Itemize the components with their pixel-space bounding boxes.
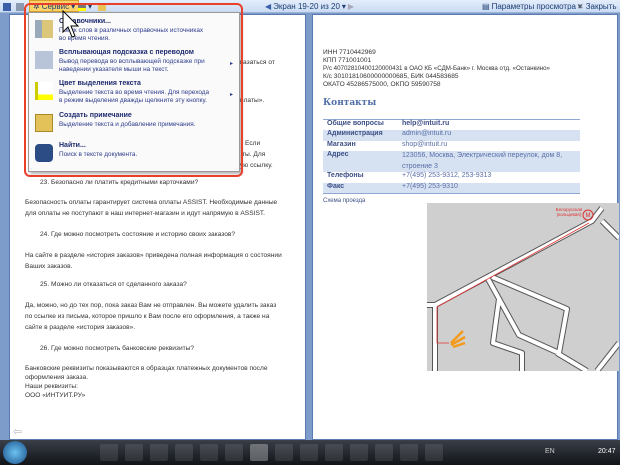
taskbar-button[interactable] xyxy=(325,444,343,461)
answer-line: Да, можно, но до тех пор, пока заказ Вам… xyxy=(25,302,277,309)
taskbar-button[interactable] xyxy=(125,444,143,461)
previous-page-arrow-icon[interactable]: ⇦ xyxy=(13,425,22,438)
close-label: Закрыть xyxy=(585,2,617,11)
contact-key: Администрация xyxy=(323,130,398,141)
text-fragment: ую ссылку. xyxy=(240,162,273,169)
print-icon[interactable] xyxy=(16,1,24,12)
right-page: ИНН 7710442969 КПП 771001001 Р/с 4070281… xyxy=(312,14,619,440)
answer-line: Безопасность оплаты гарантирует система … xyxy=(25,199,278,206)
next-screen-icon[interactable]: ▶ xyxy=(348,2,354,11)
answer-line: Наши реквизиты: xyxy=(25,383,78,390)
taskbar-button-active[interactable] xyxy=(250,444,268,461)
taskbar-button[interactable] xyxy=(300,444,318,461)
text-fragment: Если xyxy=(245,140,261,147)
language-indicator[interactable]: EN xyxy=(545,448,555,455)
answer-line: На сайте в разделе «история заказов» при… xyxy=(25,252,282,259)
contact-value: 123056, Москва, Электрический переулок, … xyxy=(398,151,580,172)
taskbar-button[interactable] xyxy=(100,444,118,461)
route-map: M xyxy=(427,203,619,371)
taskbar-button[interactable] xyxy=(150,444,168,461)
contact-key: Адрес xyxy=(323,151,398,172)
contact-key: Магазин xyxy=(327,140,356,148)
contact-value: +7(495) 253-9312, 253-9313 xyxy=(402,172,492,179)
view-options-button[interactable]: ▤ Параметры просмотра ▾ xyxy=(482,1,582,12)
contact-key: Общие вопросы xyxy=(327,120,384,127)
answer-line: Банковские реквизиты показываются в обра… xyxy=(25,365,268,372)
contacts-table: Общие вопросы help@intuit.ru Администраци… xyxy=(323,119,580,194)
answer-line: Ваших заказов. xyxy=(25,263,73,270)
table-row: Факс +7(495) 253-9310 xyxy=(323,182,580,193)
quick-launch[interactable] xyxy=(36,444,86,461)
question-26: 26. Где можно посмотреть банковские рекв… xyxy=(40,345,195,352)
windows-taskbar: EN 20:47 xyxy=(0,440,620,465)
text-fragment: казаться от xyxy=(240,59,275,66)
save-icon[interactable] xyxy=(3,1,11,12)
contact-key: Телефоны xyxy=(327,172,364,179)
bank-line: ОКАТО 45286575000, ОКПО 59590758 xyxy=(323,81,441,88)
close-button[interactable]: ✕ Закрыть xyxy=(577,1,617,12)
answer-line: ООО «ИНТУИТ.РУ» xyxy=(25,392,86,399)
answer-line: по ссылке из письма, которое пришло к Ва… xyxy=(25,313,270,320)
contact-link[interactable]: admin@intuit.ru xyxy=(398,130,580,141)
contact-link[interactable]: help@intuit.ru xyxy=(398,120,580,131)
table-row: Телефоны +7(495) 253-9312, 253-9313 xyxy=(323,172,580,183)
question-23: 23. Безопасно ли платить кредитными карт… xyxy=(40,179,199,186)
contact-link[interactable]: shop@intuit.ru xyxy=(398,141,580,152)
view-options-label: Параметры просмотра xyxy=(491,2,576,11)
start-button[interactable] xyxy=(3,441,27,464)
clock[interactable]: 20:47 xyxy=(598,448,616,455)
taskbar-button[interactable] xyxy=(425,444,443,461)
taskbar-button[interactable] xyxy=(400,444,418,461)
answer-line: сайте в разделе «история заказов». xyxy=(25,324,136,331)
table-row: Адрес 123056, Москва, Электрический переу… xyxy=(323,151,580,172)
map-caption: Схема проезда xyxy=(323,198,366,204)
table-row: Администрация admin@intuit.ru xyxy=(323,130,580,141)
mouse-cursor-icon xyxy=(62,10,80,38)
table-row: Общие вопросы help@intuit.ru xyxy=(323,120,580,131)
view-options-icon: ▤ xyxy=(482,2,490,11)
table-row: Магазин shop@intuit.ru xyxy=(323,141,580,152)
question-25: 25. Можно ли отказаться от сделанного за… xyxy=(40,281,187,288)
screen-navigation[interactable]: ◀ Экран 19-20 из 20 ▾ ▶ xyxy=(265,1,354,12)
metro-label: Белорусская (кольцевая) xyxy=(555,207,583,217)
taskbar-button[interactable] xyxy=(375,444,393,461)
taskbar-button[interactable] xyxy=(275,444,293,461)
answer-line: оформления заказа. xyxy=(25,374,89,381)
taskbar-button[interactable] xyxy=(175,444,193,461)
close-icon: ✕ xyxy=(577,2,584,11)
contact-value: +7(495) 253-9310 xyxy=(398,182,580,193)
question-24: 24. Где можно посмотреть состояние и ист… xyxy=(40,231,236,238)
taskbar-button[interactable] xyxy=(350,444,368,461)
taskbar-button[interactable] xyxy=(225,444,243,461)
previous-screen-icon[interactable]: ◀ xyxy=(265,2,271,11)
screen-indicator: Экран 19-20 из 20 xyxy=(273,2,340,11)
contact-key: Факс xyxy=(323,182,398,193)
text-fragment: платы». xyxy=(240,97,265,104)
highlight-annotation xyxy=(24,3,243,177)
text-fragment: ты. Для xyxy=(242,151,266,158)
answer-line: для оплаты не поступают в наш интернет-м… xyxy=(25,210,265,217)
taskbar-button[interactable] xyxy=(200,444,218,461)
contacts-title: Контакты xyxy=(323,98,377,108)
